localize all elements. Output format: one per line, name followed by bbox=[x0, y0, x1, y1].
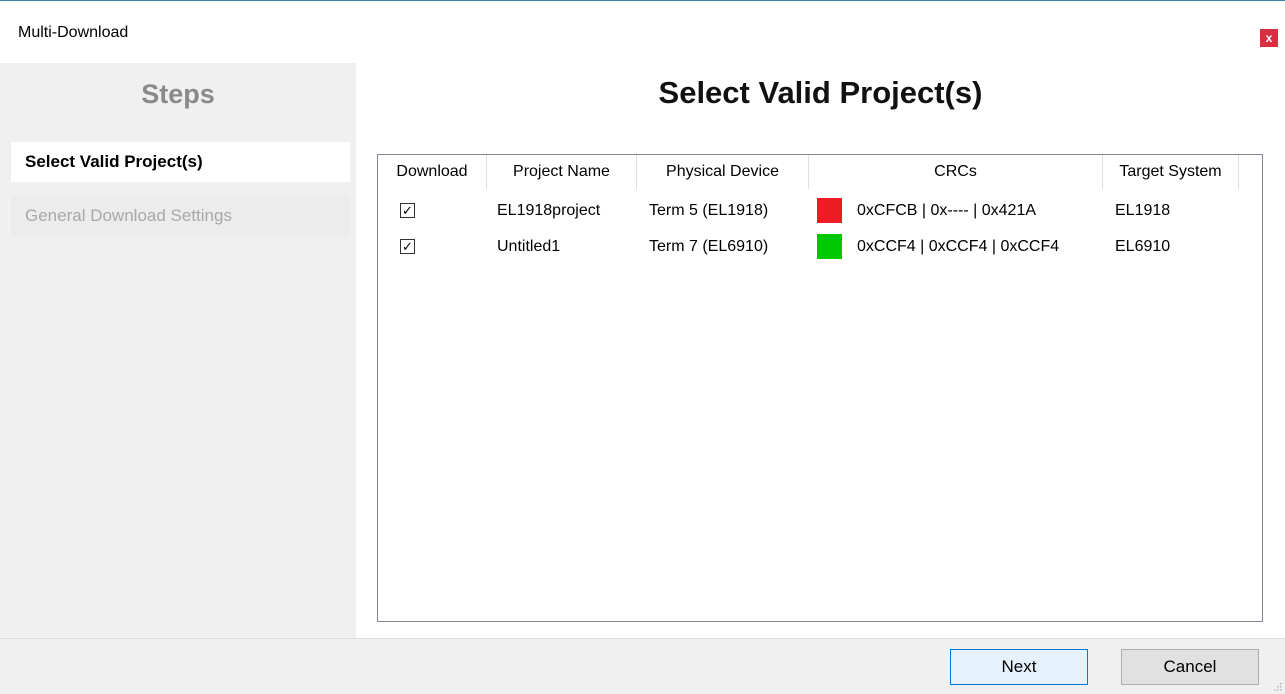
download-checkbox[interactable]: ✓ bbox=[400, 239, 415, 254]
projects-table: Download Project Name Physical Device CR… bbox=[377, 154, 1263, 622]
crc-status-cell bbox=[817, 193, 842, 228]
crc-status-indicator bbox=[817, 198, 842, 223]
physical-device-cell: Term 7 (EL6910) bbox=[649, 237, 769, 255]
crc-status-cell bbox=[817, 229, 842, 264]
title-bar: Multi-Download x bbox=[0, 1, 1285, 57]
window-title: Multi-Download bbox=[18, 24, 129, 41]
next-button[interactable]: Next bbox=[950, 649, 1088, 685]
download-cell: ✓ bbox=[400, 229, 415, 264]
resize-grip-icon[interactable] bbox=[1272, 681, 1282, 691]
dialog-footer: Next Cancel bbox=[0, 638, 1285, 694]
step-general-download-settings[interactable]: General Download Settings bbox=[11, 196, 350, 236]
multi-download-window: Multi-Download x Steps Select Valid Proj… bbox=[0, 0, 1285, 694]
column-header-crcs[interactable]: CRCs bbox=[809, 155, 1103, 189]
table-row[interactable]: ✓ EL1918project Term 5 (EL1918) 0xCFCB |… bbox=[378, 193, 1262, 228]
column-header-physical-device[interactable]: Physical Device bbox=[637, 155, 809, 189]
close-icon: x bbox=[1265, 31, 1273, 45]
project-name-cell: Untitled1 bbox=[497, 237, 561, 255]
column-header-project-name[interactable]: Project Name bbox=[487, 155, 637, 189]
crcs-cell: 0xCCF4 | 0xCCF4 | 0xCCF4 bbox=[857, 237, 1060, 255]
page-title: Select Valid Project(s) bbox=[658, 75, 983, 110]
target-system-cell: EL6910 bbox=[1115, 237, 1171, 255]
cancel-button[interactable]: Cancel bbox=[1121, 649, 1259, 685]
steps-heading: Steps bbox=[141, 79, 215, 109]
checkmark-icon: ✓ bbox=[402, 203, 413, 218]
column-header-target-system[interactable]: Target System bbox=[1103, 155, 1239, 189]
download-cell: ✓ bbox=[400, 193, 415, 228]
step-select-valid-projects[interactable]: Select Valid Project(s) bbox=[11, 142, 350, 182]
physical-device-cell: Term 5 (EL1918) bbox=[649, 201, 769, 219]
checkmark-icon: ✓ bbox=[402, 239, 413, 254]
target-system-cell: EL1918 bbox=[1115, 201, 1171, 219]
step-label: General Download Settings bbox=[25, 206, 232, 225]
crc-status-indicator bbox=[817, 234, 842, 259]
step-label: Select Valid Project(s) bbox=[25, 152, 203, 171]
crcs-cell: 0xCFCB | 0x---- | 0x421A bbox=[857, 201, 1037, 219]
project-name-cell: EL1918project bbox=[497, 201, 601, 219]
close-button[interactable]: x bbox=[1260, 29, 1278, 47]
steps-sidebar: Steps Select Valid Project(s) General Do… bbox=[0, 63, 356, 638]
column-header-download[interactable]: Download bbox=[378, 155, 487, 189]
table-row[interactable]: ✓ Untitled1 Term 7 (EL6910) 0xCCF4 | 0xC… bbox=[378, 229, 1262, 264]
table-header: Download Project Name Physical Device CR… bbox=[378, 155, 1262, 189]
download-checkbox[interactable]: ✓ bbox=[400, 203, 415, 218]
